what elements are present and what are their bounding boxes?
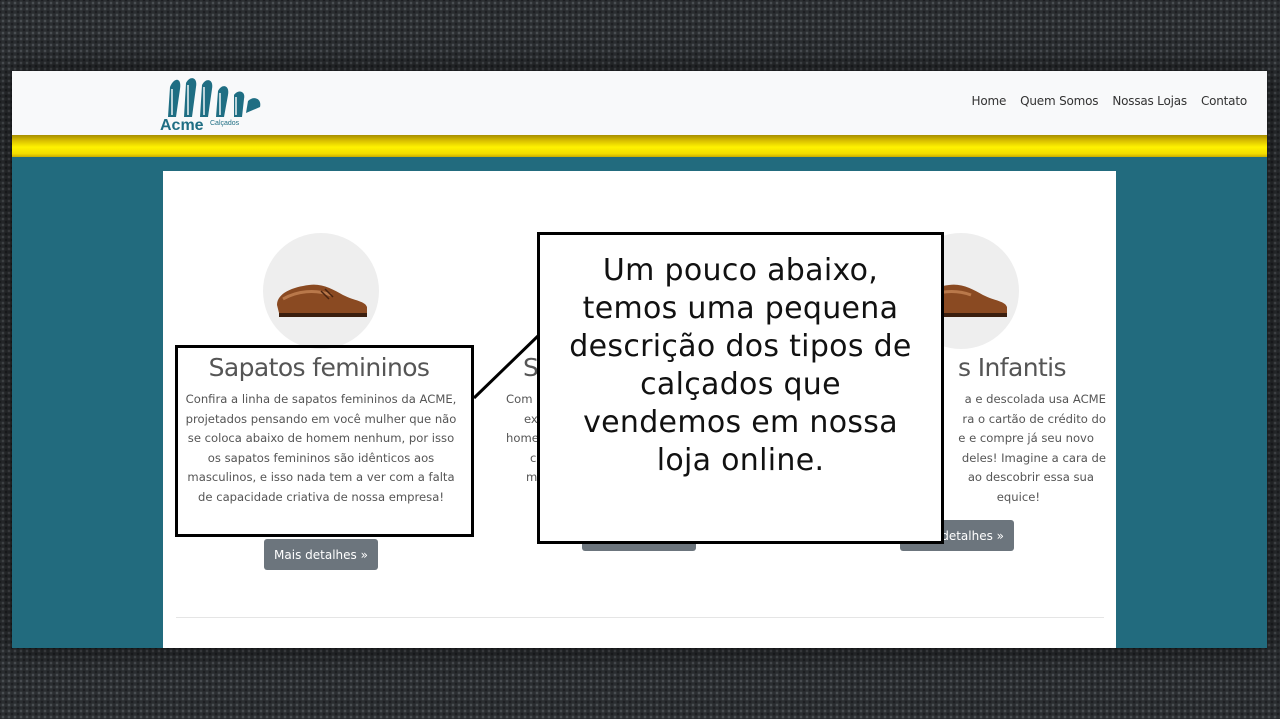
divider xyxy=(176,617,1104,618)
nav-home[interactable]: Home xyxy=(972,94,1007,108)
nav-quem-somos[interactable]: Quem Somos xyxy=(1020,94,1098,108)
logo-main-text: Acme xyxy=(160,117,204,133)
nav-contato[interactable]: Contato xyxy=(1201,94,1247,108)
highlight-frame xyxy=(175,345,474,537)
callout-text: Um pouco abaixo, temos uma pequena descr… xyxy=(569,253,912,478)
mais-detalhes-button[interactable]: Mais detalhes » xyxy=(264,539,378,570)
navbar: Acme Calçados Home Quem Somos Nossas Loj… xyxy=(12,71,1267,135)
annotation-callout: Um pouco abaixo, temos uma pequena descr… xyxy=(537,232,944,544)
shoe-image xyxy=(263,233,379,349)
accent-bar xyxy=(12,135,1267,157)
acme-logo[interactable]: Acme Calçados xyxy=(156,73,266,134)
logo-sub-text: Calçados xyxy=(210,120,240,127)
nav-links: Home Quem Somos Nossas Lojas Contato xyxy=(972,94,1248,108)
feature-title: s Infantis xyxy=(958,353,1067,382)
nav-nossas-lojas[interactable]: Nossas Lojas xyxy=(1112,94,1187,108)
